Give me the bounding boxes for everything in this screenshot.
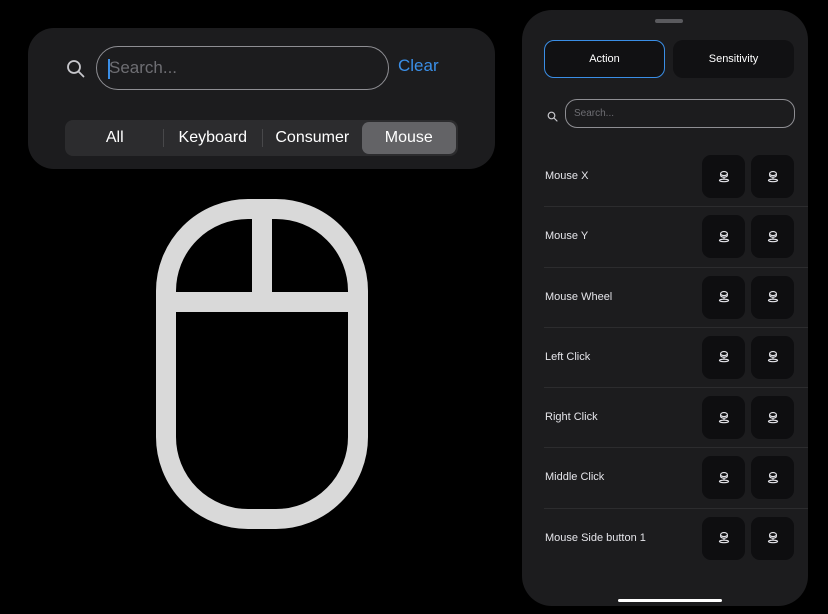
binding-button-2[interactable] (751, 275, 794, 319)
list-item: Mouse Y (522, 207, 808, 268)
joystick-icon (717, 471, 731, 485)
sheet-search-field[interactable] (565, 99, 795, 128)
binding-button-1[interactable] (702, 275, 745, 319)
joystick-icon (766, 411, 780, 425)
text-caret (108, 59, 110, 79)
joystick-icon (766, 531, 780, 545)
list-item: Middle Click (522, 448, 808, 509)
segment-keyboard[interactable]: Keyboard (164, 122, 263, 154)
mouse-icon (156, 199, 368, 529)
binding-button-1[interactable] (702, 215, 745, 259)
segment-all[interactable]: All (67, 122, 163, 154)
joystick-icon (766, 230, 780, 244)
row-label: Mouse Side button 1 (545, 531, 646, 544)
binding-button-1[interactable] (702, 456, 745, 500)
search-icon (66, 59, 86, 79)
binding-button-1[interactable] (702, 155, 745, 198)
list-item: Mouse Side button 1 (522, 509, 808, 569)
joystick-icon (717, 290, 731, 304)
binding-button-1[interactable] (702, 516, 745, 560)
list-item: Left Click (522, 328, 808, 389)
row-label: Middle Click (545, 471, 605, 484)
sheet-search-input[interactable] (566, 100, 794, 127)
binding-sheet: Action Sensitivity Mouse X Mouse Y Mouse… (522, 10, 808, 606)
tab-action[interactable]: Action (544, 40, 665, 78)
search-field[interactable] (96, 46, 389, 90)
joystick-icon (717, 531, 731, 545)
joystick-icon (766, 290, 780, 304)
clear-button[interactable]: Clear (398, 56, 439, 76)
list-item: Mouse X (522, 147, 808, 208)
joystick-icon (717, 411, 731, 425)
list-item: Right Click (522, 388, 808, 449)
row-label: Left Click (545, 350, 591, 363)
sheet-tabs: Action Sensitivity (544, 40, 794, 78)
binding-list: Mouse X Mouse Y Mouse Wheel Left Click R… (522, 147, 808, 569)
binding-button-2[interactable] (751, 335, 794, 379)
search-icon (547, 109, 558, 122)
filter-panel: Clear All Keyboard Consumer Mouse (28, 28, 495, 169)
joystick-icon (766, 350, 780, 364)
list-item: Mouse Wheel (522, 268, 808, 328)
sheet-grabber[interactable] (655, 19, 683, 23)
home-indicator (618, 599, 722, 602)
binding-button-1[interactable] (702, 396, 745, 440)
joystick-icon (766, 471, 780, 485)
binding-button-2[interactable] (751, 396, 794, 440)
row-label: Mouse X (545, 170, 589, 182)
search-input[interactable] (97, 47, 388, 89)
category-segmented-control: All Keyboard Consumer Mouse (65, 120, 458, 156)
joystick-icon (766, 170, 780, 184)
binding-button-2[interactable] (751, 155, 794, 198)
binding-button-2[interactable] (751, 516, 794, 560)
segment-mouse[interactable]: Mouse (361, 122, 457, 154)
row-label: Mouse Y (545, 230, 589, 243)
joystick-icon (717, 230, 731, 244)
tab-sensitivity[interactable]: Sensitivity (673, 40, 794, 78)
segment-consumer[interactable]: Consumer (263, 122, 362, 154)
binding-button-2[interactable] (751, 456, 794, 500)
binding-button-1[interactable] (702, 335, 745, 379)
row-label: Right Click (545, 411, 598, 424)
joystick-icon (717, 170, 731, 184)
joystick-icon (717, 350, 731, 364)
binding-button-2[interactable] (751, 215, 794, 259)
row-label: Mouse Wheel (545, 290, 613, 303)
